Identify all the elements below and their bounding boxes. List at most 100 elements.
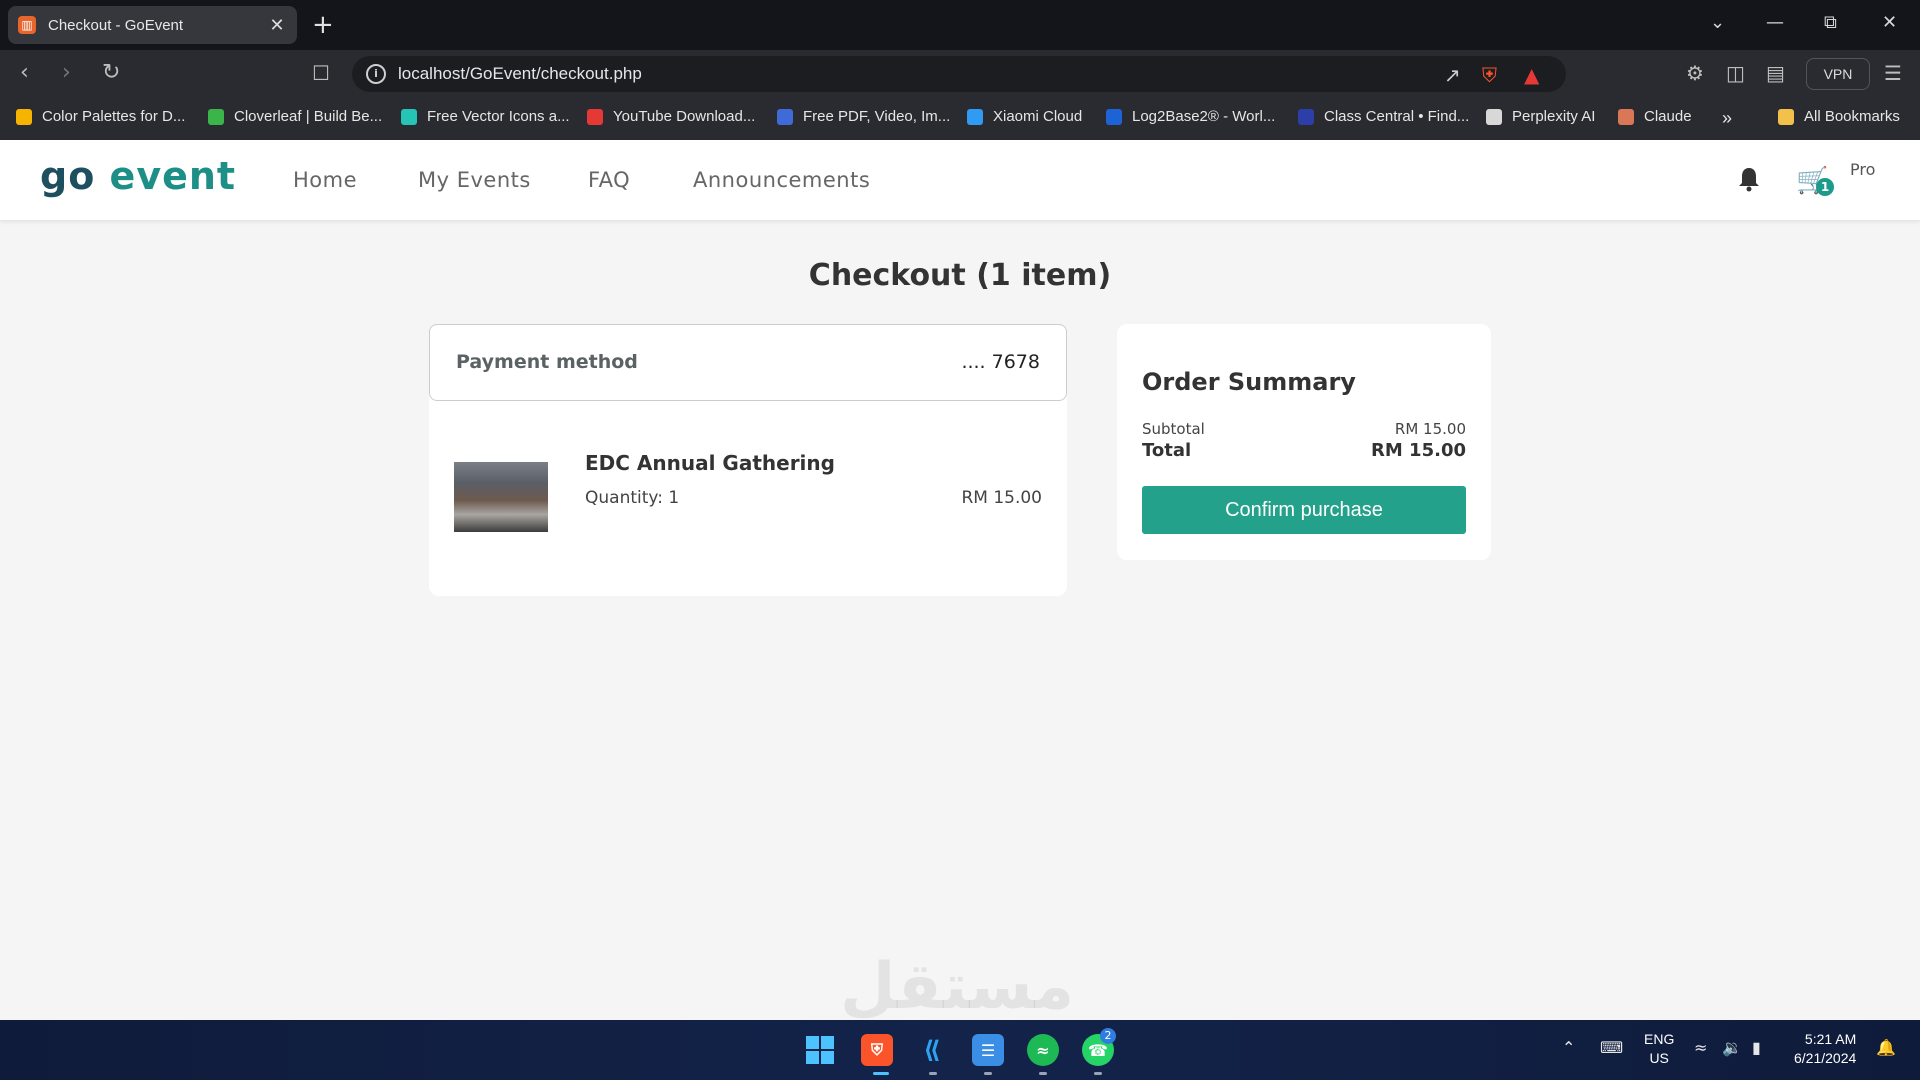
bookmark-label: Class Central • Find... [1324,108,1470,125]
bookmark-item[interactable]: YouTube Download... [587,108,755,125]
url-text[interactable]: localhost/GoEvent/checkout.php [398,64,642,84]
browser-toolbar: ‹ › ↻ ☐ i localhost/GoEvent/checkout.php… [0,50,1920,98]
windows-start-icon[interactable] [804,1034,836,1066]
bookmark-item[interactable]: Perplexity AI [1486,108,1595,125]
region-code: US [1649,1050,1669,1066]
back-icon[interactable]: ‹ [20,62,29,84]
app-indicator [929,1072,937,1075]
sidebar-icon[interactable]: ◫ [1726,62,1745,84]
event-price: RM 15.00 [961,488,1042,508]
site-header: go event Home My Events FAQ Announcement… [0,140,1920,220]
bookmark-favicon-icon [967,108,983,125]
bookmark-label: YouTube Download... [613,108,756,125]
language-code: ENG [1644,1031,1675,1047]
volume-icon[interactable]: 🔉 [1722,1038,1742,1057]
bookmark-item[interactable]: Free Vector Icons a... [401,108,570,125]
all-bookmarks-button[interactable]: All Bookmarks [1778,108,1900,125]
brave-rewards-icon[interactable]: ▲ [1524,63,1539,87]
active-app-indicator [873,1072,889,1075]
logo-go: go [40,154,96,198]
bookmark-favicon-icon [587,108,603,125]
bookmark-label: Perplexity AI [1512,108,1596,125]
bookmark-label: Color Palettes for D... [42,108,186,125]
minimize-icon[interactable]: — [1766,12,1784,33]
show-hidden-icons-icon[interactable]: ⌃ [1562,1038,1575,1057]
bookmark-favicon-icon [1486,108,1502,125]
nav-my-events[interactable]: My Events [418,168,531,192]
nav-faq[interactable]: FAQ [588,168,630,192]
site-info-icon[interactable]: i [366,64,386,84]
bookmark-label: Free Vector Icons a... [427,108,570,125]
battery-icon[interactable]: ▮ [1752,1038,1761,1057]
bookmark-label: Claude [1644,108,1692,125]
profile-avatar[interactable]: Pro [1850,160,1892,202]
vpn-button[interactable]: VPN [1806,58,1870,90]
bookmarks-bar: Color Palettes for D... Cloverleaf | Bui… [0,98,1920,140]
address-bar[interactable]: i localhost/GoEvent/checkout.php ↗ ⛨ ▲ [352,56,1566,92]
reload-icon[interactable]: ↻ [102,62,120,84]
subtotal-label: Subtotal [1142,420,1205,438]
page-title-count: (1 item) [976,258,1112,293]
bookmark-favicon-icon [1298,108,1314,125]
cart-card: Payment method .... 7678 EDC Annual Gath… [429,324,1067,596]
new-tab-button[interactable]: + [312,10,334,40]
keyboard-icon[interactable]: ⌨ [1600,1038,1623,1057]
browser-tabbar: ▥ Checkout - GoEvent ✕ + ⌄ — ⧉ ✕ [0,0,1920,50]
bookmark-item[interactable]: Free PDF, Video, Im... [777,108,950,125]
bookmark-label: Xiaomi Cloud [993,108,1083,125]
watermark-logo: مستقل [840,950,1075,1024]
nav-home[interactable]: Home [293,168,357,192]
input-language[interactable]: ENG US [1644,1030,1674,1068]
restore-icon[interactable]: ⧉ [1824,12,1837,33]
close-tab-icon[interactable]: ✕ [267,15,287,36]
extensions-icon[interactable]: ⚙ [1686,62,1704,84]
bookmark-icon[interactable]: ☐ [312,62,330,84]
close-window-icon[interactable]: ✕ [1882,12,1897,33]
bookmark-item[interactable]: Color Palettes for D... [16,108,185,125]
goevent-logo[interactable]: go event [40,154,236,198]
bookmark-favicon-icon [777,108,793,125]
bookmark-item[interactable]: Cloverleaf | Build Be... [208,108,382,125]
confirm-purchase-button[interactable]: Confirm purchase [1142,486,1466,534]
more-bookmarks-icon[interactable]: » [1722,108,1732,129]
windows-taskbar: ⛨ ⟪ ☰ ≈ ☎ 2 ⌃ ⌨ ENG US ≈ 🔉 ▮ 5:21 AM 6/2… [0,1020,1920,1080]
payment-method-row[interactable]: Payment method .... 7678 [429,324,1067,401]
browser-tab[interactable]: ▥ Checkout - GoEvent ✕ [8,6,297,44]
logo-event: event [109,154,237,198]
brave-shield-icon[interactable]: ⛨ [1482,63,1497,87]
nav-announcements[interactable]: Announcements [693,168,870,192]
vscode-icon[interactable]: ⟪ [916,1034,948,1066]
cart-count-badge: 1 [1816,178,1834,196]
total-value: RM 15.00 [1371,440,1466,461]
menu-icon[interactable]: ☰ [1884,62,1902,84]
system-clock[interactable]: 5:21 AM 6/21/2024 [1794,1030,1856,1068]
notifications-bell-icon[interactable]: 🔔 [1876,1038,1896,1057]
bookmark-favicon-icon [401,108,417,125]
bookmark-item[interactable]: Class Central • Find... [1298,108,1469,125]
clock-date: 6/21/2024 [1794,1050,1857,1066]
total-label: Total [1142,440,1192,461]
bookmark-item[interactable]: Log2Base2® - Worl... [1106,108,1275,125]
share-icon[interactable]: ↗ [1444,63,1461,87]
wallet-icon[interactable]: ▤ [1766,62,1785,84]
app-indicator [1094,1072,1102,1075]
brave-browser-icon[interactable]: ⛨ [861,1034,893,1066]
notepad-icon[interactable]: ☰ [972,1034,1004,1066]
subtotal-value: RM 15.00 [1394,420,1466,438]
page-title: Checkout (1 item) [0,258,1920,293]
forward-icon[interactable]: › [62,62,71,84]
notification-bell-icon[interactable] [1738,166,1760,192]
spotify-icon[interactable]: ≈ [1027,1034,1059,1066]
order-summary-card: Order Summary Subtotal RM 15.00 Total RM… [1117,324,1491,560]
bookmark-item[interactable]: Xiaomi Cloud [967,108,1082,125]
bookmark-label: Free PDF, Video, Im... [803,108,951,125]
folder-icon [1778,108,1794,125]
wifi-icon[interactable]: ≈ [1694,1038,1707,1057]
bookmark-item[interactable]: Claude [1618,108,1692,125]
bookmark-label: Log2Base2® - Worl... [1132,108,1276,125]
payment-method-label: Payment method [456,351,638,373]
tab-search-chevron-icon[interactable]: ⌄ [1710,12,1725,33]
event-thumbnail [454,462,548,532]
bookmark-favicon-icon [1618,108,1634,125]
vpn-label: VPN [1823,66,1853,82]
